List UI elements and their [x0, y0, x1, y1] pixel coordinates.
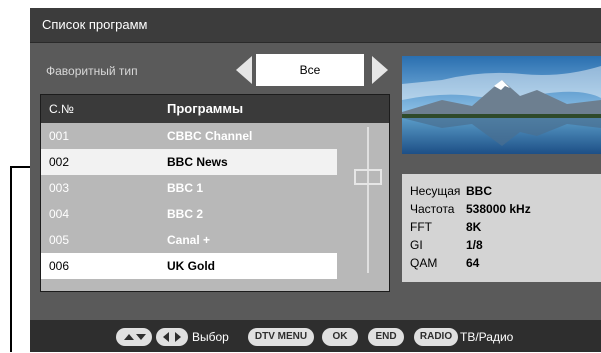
- channel-name: BBC 1: [167, 181, 204, 195]
- channel-name: BBC 2: [167, 207, 204, 221]
- scrollbar-track[interactable]: [367, 127, 369, 273]
- channel-number: 005: [49, 233, 70, 247]
- list-item[interactable]: 002 BBC News: [41, 149, 337, 175]
- channel-name: CBBC Channel: [167, 129, 253, 143]
- list-item[interactable]: 004 BBC 2: [41, 201, 337, 227]
- mountain-lake-image: [402, 56, 601, 154]
- list-item[interactable]: 003 BBC 1: [41, 175, 337, 201]
- info-gi-value: 1/8: [466, 238, 483, 252]
- favorite-next-arrow-icon[interactable]: [372, 56, 388, 84]
- favorite-type-value[interactable]: Все: [256, 54, 364, 86]
- info-gi-label: GI: [410, 238, 423, 252]
- footer-bar: Выбор DTV MENU OK END RADIO ТВ/Радио: [30, 320, 601, 352]
- info-qam: QAM 64: [410, 256, 479, 270]
- ok-button[interactable]: OK: [322, 328, 358, 346]
- info-frequency-label: Частота: [410, 202, 455, 216]
- channel-name: UK Gold: [167, 259, 215, 273]
- channel-name: BBC News: [167, 155, 228, 169]
- window-title: Список программ: [42, 17, 148, 32]
- info-fft-label: FFT: [410, 220, 432, 234]
- preview-image: [402, 56, 601, 154]
- left-right-arrows-icon: [163, 332, 181, 342]
- up-down-arrows-icon: [124, 334, 146, 340]
- radio-button[interactable]: RADIO: [414, 328, 458, 346]
- callout-line-left-vertical: [10, 166, 12, 352]
- up-down-button[interactable]: [116, 328, 152, 346]
- channel-number: 006: [49, 259, 70, 273]
- info-frequency: Частота 538000 kHz: [410, 202, 531, 216]
- info-carrier-value: BBC: [466, 184, 492, 198]
- info-frequency-value: 538000 kHz: [466, 202, 531, 216]
- header-channel-number: C.№: [49, 102, 74, 116]
- select-label: Выбор: [192, 330, 229, 344]
- scrollbar-thumb[interactable]: [354, 169, 382, 185]
- header-programs: Программы: [167, 101, 244, 116]
- title-bar: Список программ: [30, 8, 601, 43]
- info-fft: FFT 8K: [410, 220, 481, 234]
- list-header: C.№ Программы: [41, 95, 389, 123]
- channel-number: 001: [49, 129, 70, 143]
- channel-info-box: Несущая BBC Частота 538000 kHz FFT 8K GI 1/8…: [402, 174, 601, 282]
- info-carrier: Несущая BBC: [410, 184, 492, 198]
- info-fft-value: 8K: [466, 220, 482, 234]
- channel-number: 003: [49, 181, 70, 195]
- main-panel: Фаворитный тип Все C.№ Программы 001 CBB…: [34, 46, 601, 316]
- favorite-prev-arrow-icon[interactable]: [236, 56, 252, 84]
- list-item[interactable]: 001 CBBC Channel: [41, 123, 337, 149]
- channel-number: 004: [49, 207, 70, 221]
- info-qam-label: QAM: [410, 256, 438, 270]
- channel-number: 002: [49, 155, 70, 169]
- info-carrier-label: Несущая: [410, 184, 461, 198]
- left-right-button[interactable]: [156, 328, 188, 346]
- favorite-type-label: Фаворитный тип: [46, 64, 138, 78]
- list-item[interactable]: 006 UK Gold: [41, 253, 337, 279]
- end-button[interactable]: END: [368, 328, 404, 346]
- info-qam-value: 64: [466, 256, 480, 270]
- list-item[interactable]: 005 Canal +: [41, 227, 337, 253]
- info-gi: GI 1/8: [410, 238, 483, 252]
- program-list-window: Список программ Фаворитный тип Все C.№ П…: [30, 8, 601, 352]
- dtv-menu-button[interactable]: DTV MENU: [248, 328, 314, 346]
- tv-radio-label: ТВ/Радио: [460, 330, 514, 344]
- channel-name: Canal +: [167, 233, 211, 247]
- program-list: C.№ Программы 001 CBBC Channel 002 BBC N…: [40, 94, 390, 292]
